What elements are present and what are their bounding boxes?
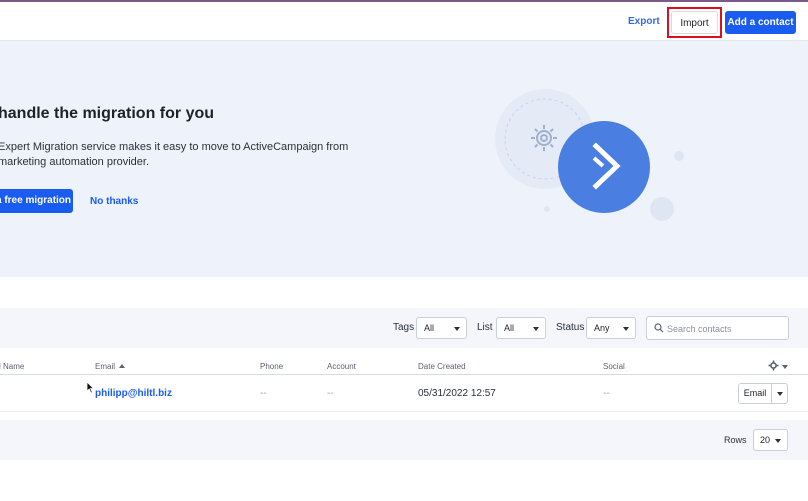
table-row[interactable]: philipp@hiltl.biz -- -- 05/31/2022 12:57… xyxy=(0,376,808,412)
search-contacts-input[interactable] xyxy=(667,321,782,336)
column-header-name[interactable]: l Name xyxy=(0,362,24,371)
search-contacts-field[interactable] xyxy=(646,316,789,340)
contact-date-created: 05/31/2022 12:57 xyxy=(418,388,496,399)
banner-description-line-2: marketing automation provider. xyxy=(0,156,150,168)
search-icon xyxy=(654,323,664,333)
email-action-split-button: Email xyxy=(738,383,788,404)
banner-title: handle the migration for you xyxy=(0,105,215,122)
chevron-down-icon xyxy=(533,327,539,331)
chevron-down-icon xyxy=(775,439,781,443)
page-header: Export Import Add a contact xyxy=(0,2,808,41)
status-filter-select[interactable]: Any xyxy=(586,317,636,339)
rows-per-page-select[interactable]: 20 xyxy=(753,429,788,451)
add-contact-button[interactable]: Add a contact xyxy=(725,11,796,34)
status-filter-value: Any xyxy=(594,323,610,333)
rows-per-page-label: Rows xyxy=(724,435,747,445)
tags-filter-value: All xyxy=(424,323,435,333)
export-button[interactable]: Export xyxy=(620,11,668,33)
migration-illustration xyxy=(495,89,684,221)
chevron-down-icon xyxy=(777,392,783,396)
list-filter-label: List xyxy=(477,322,493,333)
rows-per-page-value: 20 xyxy=(760,435,771,445)
no-thanks-link[interactable]: No thanks xyxy=(90,196,138,207)
mouse-pointer-icon xyxy=(86,381,95,394)
table-pagination-bar: Rows 20 xyxy=(0,420,808,460)
free-migration-button[interactable]: a free migration xyxy=(0,189,73,213)
contact-social: -- xyxy=(603,388,610,399)
chevron-down-icon[interactable] xyxy=(782,365,788,369)
gear-icon[interactable] xyxy=(768,360,779,371)
column-header-email[interactable]: Email xyxy=(95,362,126,371)
column-header-account[interactable]: Account xyxy=(327,362,356,371)
column-header-email-label: Email xyxy=(95,362,116,371)
contact-email-link[interactable]: philipp@hiltl.biz xyxy=(95,388,172,399)
banner-description-line-1: Expert Migration service makes it easy t… xyxy=(0,141,349,153)
contact-account: -- xyxy=(327,388,334,399)
column-header-social[interactable]: Social xyxy=(603,362,625,371)
import-button[interactable]: Import xyxy=(671,11,718,34)
tags-filter-select[interactable]: All xyxy=(416,317,467,339)
contacts-filter-bar: Tags All List All Status Any xyxy=(0,308,808,348)
chevron-down-icon xyxy=(454,327,460,331)
column-header-date-created[interactable]: Date Created xyxy=(418,362,466,371)
tags-filter-label: Tags xyxy=(393,322,415,333)
column-header-phone[interactable]: Phone xyxy=(260,362,283,371)
email-action-button[interactable]: Email xyxy=(739,384,772,403)
list-filter-value: All xyxy=(504,323,515,333)
list-filter-select[interactable]: All xyxy=(496,317,546,339)
sort-ascending-icon xyxy=(119,364,126,368)
contact-phone: -- xyxy=(260,388,267,399)
contacts-table-header: l Name Email Phone Account Date Created … xyxy=(0,358,808,375)
email-action-dropdown[interactable] xyxy=(772,384,787,403)
migration-banner: handle the migration for you Expert Migr… xyxy=(0,41,808,277)
status-filter-label: Status xyxy=(556,322,585,333)
chevron-down-icon xyxy=(623,327,629,331)
section-spacer xyxy=(0,277,808,308)
